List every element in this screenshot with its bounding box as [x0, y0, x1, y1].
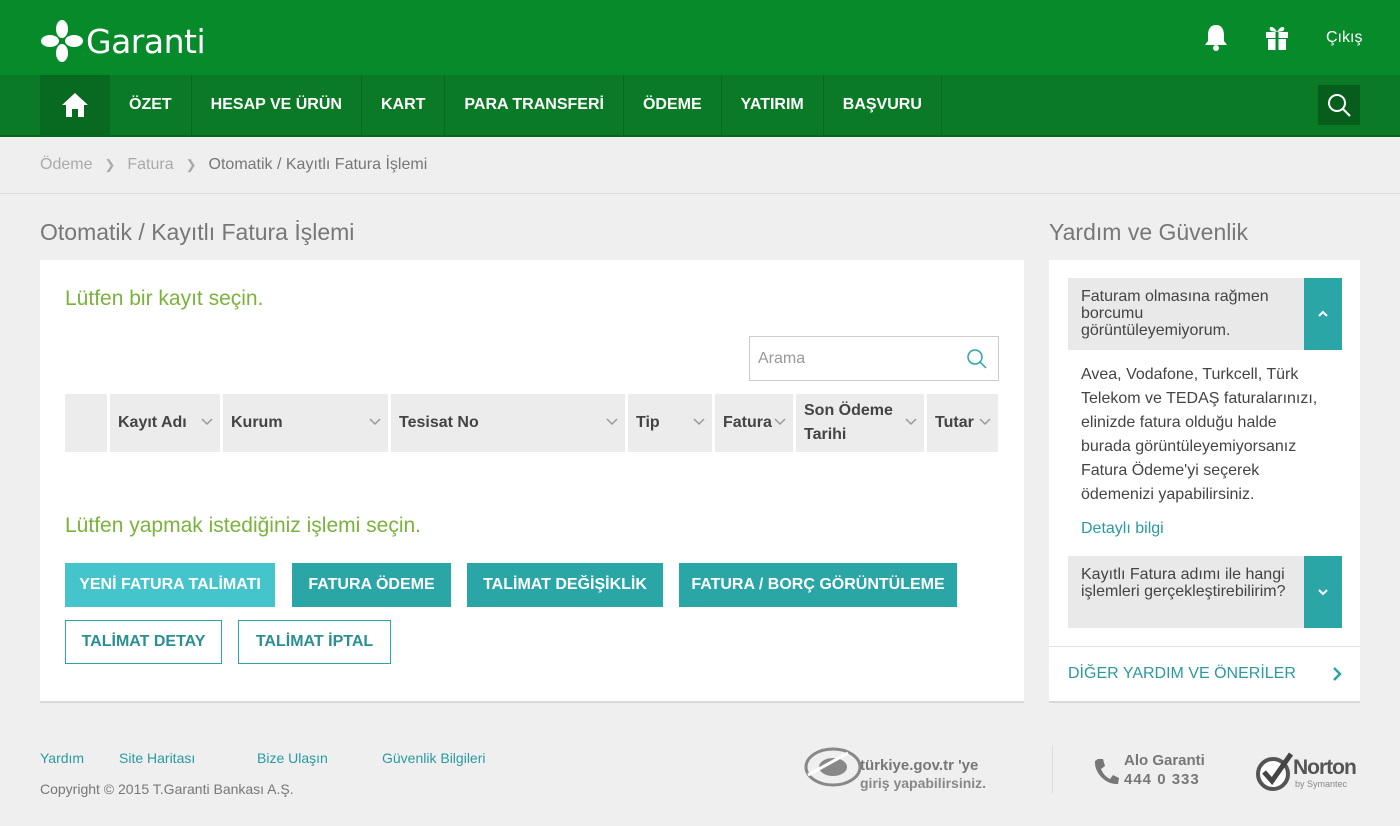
- norton-title: Norton: [1293, 756, 1357, 779]
- breadcrumb-odeme[interactable]: Ödeme: [40, 156, 92, 174]
- column-header[interactable]: Tutar: [927, 394, 998, 452]
- column-header[interactable]: Tesisat No: [391, 394, 625, 452]
- change-order-button[interactable]: TALİMAT DEĞİŞİKLİK: [467, 563, 663, 607]
- main-nav: ÖZET HESAP VE ÜRÜN KART PARA TRANSFERİ Ö…: [0, 75, 1400, 137]
- breadcrumb-fatura[interactable]: Fatura: [127, 156, 173, 174]
- column-header[interactable]: Son Ödeme Tarihi: [796, 394, 924, 452]
- alo-garanti-number: 444 0 333: [1124, 771, 1200, 788]
- detail-info-link[interactable]: Detaylı bilgi: [1081, 520, 1164, 538]
- search-box: [749, 336, 999, 381]
- column-label: Tesisat No: [399, 414, 479, 431]
- nav-item-ozet[interactable]: ÖZET: [110, 75, 192, 135]
- copyright-text: Copyright © 2015 T.Garanti Bankası A.Ş.: [40, 781, 294, 797]
- faq-item-1-header[interactable]: Faturam olmasına rağmen borcumu görüntül…: [1068, 278, 1342, 350]
- nav-item-hesap-ve-urun[interactable]: HESAP VE ÜRÜN: [192, 75, 362, 135]
- faq-question-2: Kayıtlı Fatura adımı ile hangi işlemleri…: [1081, 566, 1286, 600]
- footer-link-help[interactable]: Yardım: [40, 750, 84, 766]
- faq-toggle-1[interactable]: [1304, 278, 1342, 350]
- footer-divider: [1052, 745, 1053, 793]
- home-icon: [62, 93, 88, 117]
- nav-item-yatirim[interactable]: YATIRIM: [722, 75, 824, 135]
- new-order-button[interactable]: YENİ FATURA TALİMATI: [65, 563, 275, 607]
- top-header: Garanti Çıkış: [0, 0, 1400, 75]
- records-table-header: Kayıt Adı Kurum Tesisat No Tip Fatura So…: [65, 394, 998, 452]
- divider: [1049, 646, 1360, 647]
- chevron-right-icon[interactable]: [1330, 666, 1344, 682]
- nav-item-para-transferi[interactable]: PARA TRANSFERİ: [445, 75, 624, 135]
- chevron-down-icon: [774, 418, 786, 426]
- faq-toggle-2[interactable]: [1304, 556, 1342, 628]
- egov-text-1: türkiye.gov.tr 'ye: [860, 757, 979, 774]
- view-bill-button[interactable]: FATURA / BORÇ GÖRÜNTÜLEME: [679, 563, 957, 607]
- more-help-link[interactable]: DİĞER YARDIM VE ÖNERİLER: [1068, 665, 1296, 683]
- nav-item-odeme[interactable]: ÖDEME: [624, 75, 722, 135]
- chevron-down-icon: [693, 418, 705, 426]
- help-title: Yardım ve Güvenlik: [1049, 219, 1248, 245]
- phone-icon: [1094, 759, 1119, 785]
- column-label: Kayıt Adı: [118, 414, 187, 431]
- column-header[interactable]: Kurum: [223, 394, 388, 452]
- pay-bill-button[interactable]: FATURA ÖDEME: [292, 563, 451, 607]
- column-label: Son Ödeme Tarihi: [804, 402, 893, 443]
- chevron-right-icon: ❯: [185, 157, 197, 172]
- nav-item-basvuru[interactable]: BAŞVURU: [824, 75, 942, 135]
- search-icon[interactable]: [966, 348, 988, 370]
- page-title: Otomatik / Kayıtlı Fatura İşlemi: [40, 219, 355, 245]
- column-header[interactable]: Tip: [628, 394, 712, 452]
- faq-answer-1: Avea, Vodafone, Turkcell, Türk Telekom v…: [1081, 366, 1318, 503]
- order-detail-button[interactable]: TALİMAT DETAY: [65, 620, 222, 664]
- egov-text-2: giriş yapabilirsiniz.: [860, 775, 987, 791]
- breadcrumb-current: Otomatik / Kayıtlı Fatura İşlemi: [208, 156, 428, 173]
- alo-garanti-title: Alo Garanti: [1124, 752, 1205, 769]
- chevron-right-icon: ❯: [104, 157, 116, 172]
- search-icon: [1328, 94, 1351, 117]
- chevron-down-icon: [1318, 589, 1328, 596]
- column-label: Fatura: [723, 414, 772, 431]
- help-panel: Faturam olmasına rağmen borcumu görüntül…: [1049, 260, 1360, 703]
- search-input[interactable]: [750, 349, 950, 368]
- nav-item-kart[interactable]: KART: [362, 75, 446, 135]
- breadcrumb: Ödeme ❯ Fatura ❯ Otomatik / Kayıtlı Fatu…: [0, 137, 1400, 194]
- faq-question-1: Faturam olmasına rağmen borcumu görüntül…: [1081, 288, 1269, 339]
- cancel-order-button[interactable]: TALİMAT İPTAL: [238, 620, 391, 664]
- logo-text: Garanti: [86, 21, 206, 61]
- chevron-down-icon: [606, 418, 618, 426]
- nav-home-button[interactable]: [40, 75, 110, 135]
- main-panel: Lütfen bir kayıt seçin. Kayıt Adı Kurum …: [40, 260, 1024, 703]
- bell-icon[interactable]: [1201, 22, 1231, 52]
- chevron-down-icon: [905, 418, 917, 426]
- select-record-title: Lütfen bir kayıt seçin.: [65, 287, 264, 310]
- column-label: Tutar: [935, 414, 974, 431]
- logout-link[interactable]: Çıkış: [1326, 29, 1362, 47]
- garanti-logo[interactable]: Garanti: [40, 18, 206, 64]
- column-header[interactable]: Fatura: [715, 394, 793, 452]
- select-action-title: Lütfen yapmak istediğiniz işlemi seçin.: [65, 514, 421, 537]
- footer-link-sitemap[interactable]: Site Haritası: [119, 750, 195, 766]
- chevron-down-icon: [369, 418, 381, 426]
- gift-icon[interactable]: [1262, 22, 1292, 52]
- norton-check-icon: [1256, 752, 1294, 791]
- chevron-down-icon: [979, 418, 991, 426]
- faq-item-2-header[interactable]: Kayıtlı Fatura adımı ile hangi işlemleri…: [1068, 556, 1342, 628]
- norton-subtitle: by Symantec: [1295, 779, 1348, 789]
- footer-link-contact[interactable]: Bize Ulaşın: [257, 750, 328, 766]
- clover-logo-icon: [41, 20, 83, 62]
- column-label: Kurum: [231, 414, 283, 431]
- chevron-up-icon: [1318, 310, 1328, 317]
- column-label: Tip: [636, 414, 660, 431]
- select-column-header: [65, 394, 107, 452]
- footer-link-security[interactable]: Güvenlik Bilgileri: [382, 750, 485, 766]
- chevron-down-icon: [201, 418, 213, 426]
- column-header[interactable]: Kayıt Adı: [110, 394, 220, 452]
- nav-search-button[interactable]: [1318, 85, 1360, 125]
